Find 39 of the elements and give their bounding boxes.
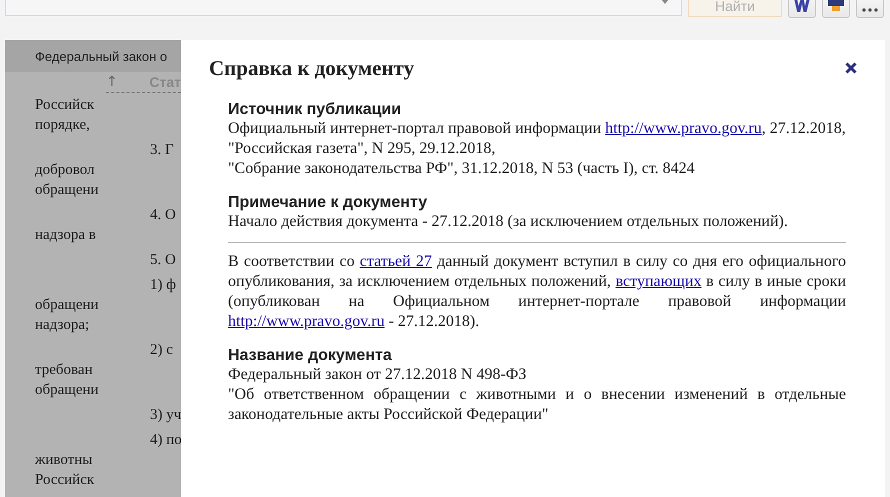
info-text: "Российская газета", N 295, 29.12.2018, bbox=[228, 139, 496, 159]
section-heading: Название документа bbox=[228, 346, 393, 365]
section-heading: Источник публикации bbox=[228, 100, 402, 119]
document-text-line: требован bbox=[35, 361, 93, 380]
info-text: Начало действия документа - 27.12.2018 (за исключением отдельных положений). bbox=[228, 212, 789, 232]
document-text-line: 2) с bbox=[150, 341, 173, 360]
link[interactable]: http://www.pravo.gov.ru bbox=[228, 313, 385, 330]
link[interactable]: http://www.pravo.gov.ru bbox=[605, 120, 762, 137]
link[interactable]: статьей 27 bbox=[360, 253, 432, 270]
document-text-line: 1) ф bbox=[150, 276, 176, 295]
section-heading: Примечание к документу bbox=[228, 193, 428, 212]
info-text: "Об ответственном обращении с животными и о внесении изменений в отдельные законодательные акты Российской Федерации" bbox=[228, 385, 846, 425]
info-text: Федеральный закон от 27.12.2018 N 498-ФЗ bbox=[228, 365, 528, 385]
document-text-line: животны bbox=[35, 451, 92, 470]
printer-icon bbox=[827, 0, 845, 12]
dialog-title: Справка к документу bbox=[209, 56, 414, 80]
info-text: Официальный интернет-портал правовой информации http://www.pravo.gov.ru, 27.12.2018, bbox=[228, 119, 846, 139]
document-text-line: Российск bbox=[35, 96, 94, 115]
document-text-line: надзора в bbox=[35, 226, 96, 245]
document-text-line: 3. Г bbox=[150, 141, 174, 160]
document-text-line: добровол bbox=[35, 161, 95, 180]
document-text-line: 4) по bbox=[150, 431, 181, 450]
document-text-line: Российск bbox=[35, 471, 94, 490]
document-text-line: обращени bbox=[35, 296, 99, 315]
document-text-line: 4. О bbox=[150, 206, 176, 225]
info-text: "Собрание законодательства РФ", 31.12.2018, N 53 (часть I), ст. 8424 bbox=[228, 159, 696, 179]
info-text: В соответствии со статьей 27 данный документ вступил в силу со дня его официального опубликования, за исключением отдельных положений, вступающих в силу в иные сроки (опубликован на Официальном интернет-портале правовой информации http://www.pravo.gov.ru - 27.12.2018). bbox=[228, 252, 846, 332]
close-icon[interactable] bbox=[845, 62, 857, 74]
document-text-line: обращени bbox=[35, 181, 99, 200]
link[interactable]: вступающих bbox=[616, 273, 702, 290]
more-icon bbox=[862, 8, 878, 12]
document-text-line: обращени bbox=[35, 381, 99, 400]
document-title: Федеральный закон о bbox=[35, 48, 168, 64]
document-text-line: 3) уч bbox=[150, 406, 181, 425]
document-text-line: 5. О bbox=[150, 251, 176, 270]
caret-icon[interactable] bbox=[661, 0, 669, 4]
w-letter-icon bbox=[793, 0, 811, 12]
document-text-line: порядке, bbox=[35, 116, 90, 135]
document-text-line: надзора; bbox=[35, 316, 90, 335]
